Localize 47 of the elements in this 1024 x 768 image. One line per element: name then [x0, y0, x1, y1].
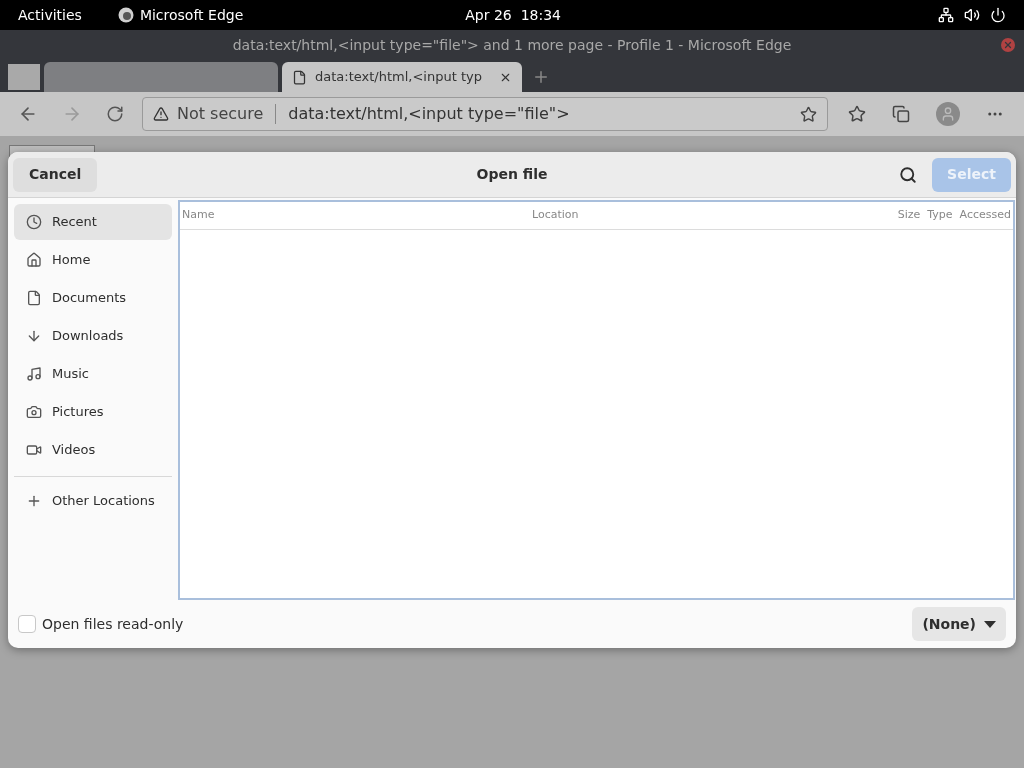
- document-icon: [26, 290, 42, 306]
- sidebar-item[interactable]: Documents: [14, 280, 172, 316]
- network-icon[interactable]: [938, 7, 954, 23]
- column-header[interactable]: Type: [927, 207, 953, 224]
- clock[interactable]: Apr 26 18:34: [465, 4, 561, 26]
- url-text: data:text/html,<input type="file">: [288, 103, 570, 125]
- caret-icon: [984, 620, 996, 628]
- plus-icon: [26, 493, 42, 509]
- filter-dropdown[interactable]: (None): [912, 607, 1006, 641]
- clock-icon: [26, 214, 42, 230]
- sidebar-item[interactable]: Recent: [14, 204, 172, 240]
- music-note-icon: [26, 366, 42, 382]
- power-icon[interactable]: [990, 7, 1006, 23]
- reload-icon[interactable]: [106, 105, 124, 123]
- sidebar-item[interactable]: Other Locations: [14, 483, 172, 519]
- home-icon: [26, 252, 42, 268]
- sidebar-item[interactable]: Pictures: [14, 394, 172, 430]
- window-title: data:text/html,<input type="file"> and 1 more page - Profile 1 - Microsoft Edge: [232, 35, 792, 55]
- new-tab-icon[interactable]: [532, 68, 550, 86]
- checkbox-label: Open files read-only: [42, 614, 184, 634]
- sidebar-item[interactable]: Music: [14, 356, 172, 392]
- address-bar[interactable]: Not secure data:text/html,<input type="file">: [142, 97, 828, 131]
- down-arrow-icon: [26, 328, 42, 344]
- app-name[interactable]: Microsoft Edge: [139, 4, 244, 26]
- browser-tab[interactable]: data:text/html,<input typ: [282, 62, 522, 92]
- read-only-checkbox[interactable]: [18, 615, 36, 633]
- camera-icon: [26, 404, 42, 420]
- column-header[interactable]: Size: [897, 207, 921, 224]
- column-header[interactable]: Location: [532, 207, 579, 224]
- sidebar-item[interactable]: Home: [14, 242, 172, 278]
- page-icon: [292, 69, 307, 85]
- dialog-title: Open file: [476, 165, 548, 184]
- cancel-button[interactable]: Cancel: [13, 157, 98, 192]
- column-header[interactable]: Name: [182, 207, 532, 224]
- activities-button[interactable]: Activities: [18, 4, 82, 26]
- sidebar-item[interactable]: Videos: [14, 432, 172, 468]
- security-label: Not secure: [177, 103, 264, 125]
- sidebar-item[interactable]: Downloads: [14, 318, 172, 354]
- column-header[interactable]: Accessed: [959, 207, 1011, 224]
- tab-title: data:text/html,<input typ: [315, 68, 483, 87]
- warning-icon: [153, 106, 169, 122]
- volume-icon[interactable]: [964, 7, 980, 23]
- video-camera-icon: [26, 442, 42, 458]
- collections-icon[interactable]: [892, 105, 910, 123]
- search-icon[interactable]: [899, 165, 917, 184]
- favorite-star-icon[interactable]: [800, 105, 817, 123]
- favorites-icon[interactable]: [848, 105, 866, 123]
